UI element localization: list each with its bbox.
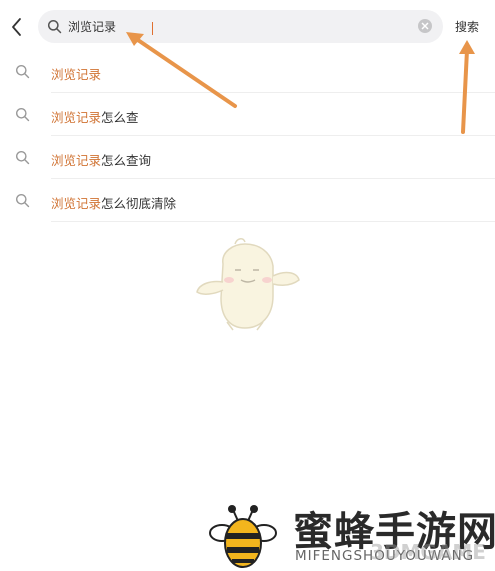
suggestion-text: 浏览记录 xyxy=(51,64,101,83)
suggestion-text: 浏览记录怎么彻底清除 xyxy=(51,193,176,212)
bee-logo xyxy=(209,505,277,568)
suggestion-rest: 怎么查 xyxy=(101,110,139,125)
suggestion-highlight: 浏览记录 xyxy=(51,67,102,82)
search-icon xyxy=(16,194,30,208)
suggestion-highlight: 浏览记录 xyxy=(51,153,102,168)
chevron-left-icon xyxy=(12,18,21,36)
search-input[interactable] xyxy=(68,10,428,43)
search-icon xyxy=(16,151,30,165)
clear-icon xyxy=(421,22,429,30)
suggestion-highlight: 浏览记录 xyxy=(51,196,102,211)
clear-button[interactable] xyxy=(418,19,432,33)
top-bar: 搜索 xyxy=(0,0,495,52)
suggestion-text: 浏览记录怎么查 xyxy=(51,107,139,126)
divider xyxy=(51,221,495,222)
watermark-overlay: 3DMGAME xyxy=(370,540,486,564)
suggestion-item[interactable]: 浏览记录怎么彻底清除 xyxy=(0,179,495,222)
suggestion-text: 浏览记录怎么查询 xyxy=(51,150,151,169)
suggestion-rest: 怎么查询 xyxy=(101,153,152,168)
back-button[interactable] xyxy=(6,14,28,40)
mascot-illustration xyxy=(196,238,300,331)
search-icon xyxy=(47,19,62,34)
search-icon xyxy=(16,65,30,79)
search-box[interactable] xyxy=(38,10,443,43)
suggestion-item[interactable]: 浏览记录 xyxy=(0,50,495,93)
suggestion-list: 浏览记录 浏览记录怎么查 浏览记录怎么查询 浏览记录怎么彻底清除 xyxy=(0,50,495,222)
suggestion-highlight: 浏览记录 xyxy=(51,110,102,125)
suggestion-item[interactable]: 浏览记录怎么查 xyxy=(0,93,495,136)
suggestion-item[interactable]: 浏览记录怎么查询 xyxy=(0,136,495,179)
suggestion-rest: 怎么彻底清除 xyxy=(101,196,177,211)
search-icon xyxy=(16,108,30,122)
text-cursor xyxy=(152,22,153,35)
search-button[interactable]: 搜索 xyxy=(455,18,479,35)
